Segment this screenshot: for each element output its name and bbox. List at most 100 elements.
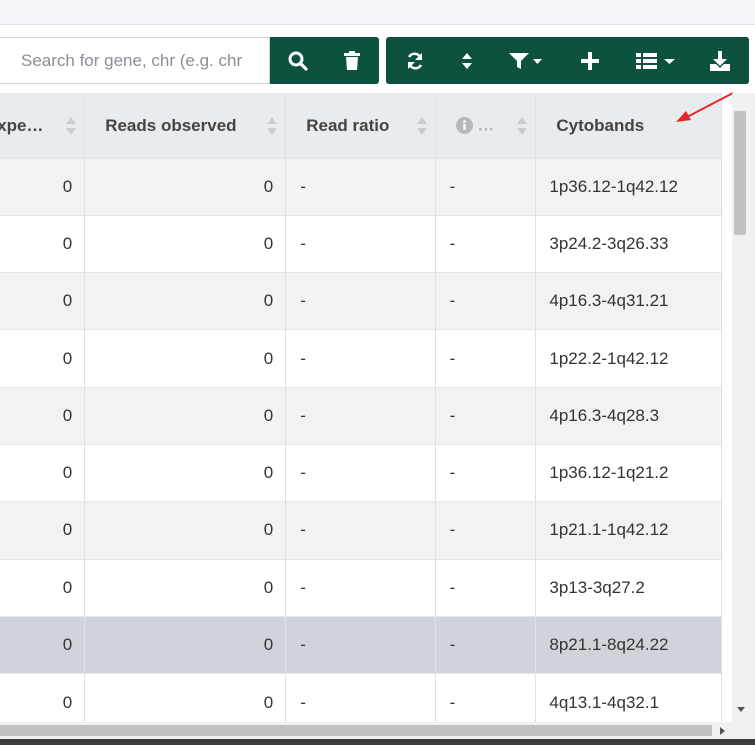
sort-icon (462, 52, 472, 69)
column-header-read-ratio[interactable]: Read ratio (285, 93, 436, 158)
table-row[interactable]: 0 0- -1p36.12-1q42.12 (0, 157, 722, 216)
cell-read-ratio: - (285, 673, 436, 722)
cell-cytobands: 4p16.3-4q28.3 (535, 386, 722, 445)
cell-read-ratio: - (285, 443, 436, 502)
sort-arrows-icon[interactable] (517, 115, 528, 137)
table-row[interactable]: 0 0- -3p24.2-3q26.33 (0, 214, 722, 273)
cell-reads-observed: 0 (84, 157, 287, 216)
cell-info: - (435, 157, 537, 216)
cell-reads-expected: 0 (0, 558, 86, 617)
results-table: Reads expected Reads observed Read ratio… (0, 93, 722, 722)
cell-reads-observed: 0 (84, 615, 287, 674)
cell-info: - (435, 558, 537, 617)
table-row[interactable]: 0 0- -3p13-3q27.2 (0, 558, 722, 617)
cell-cytobands: 1p22.2-1q42.12 (535, 329, 722, 388)
scroll-down-arrow-icon[interactable] (737, 707, 745, 713)
cell-read-ratio: - (285, 386, 436, 445)
sort-arrows-icon[interactable] (416, 115, 427, 137)
search-icon (288, 51, 308, 71)
column-header-info[interactable]: … (435, 93, 537, 158)
top-band (0, 0, 755, 25)
cell-reads-expected: 0 (0, 501, 86, 560)
table-row[interactable]: 0 0- -1p21.1-1q42.12 (0, 501, 722, 560)
column-label: Cytobands (556, 115, 645, 135)
column-label: Reads expected (0, 115, 52, 135)
table-row[interactable]: 0 0- -4p16.3-4q31.21 (0, 272, 722, 330)
cell-reads-observed: 0 (84, 501, 287, 560)
vertical-scrollbar[interactable] (732, 93, 755, 722)
cell-info: - (435, 272, 537, 330)
column-label: Read ratio (306, 115, 390, 135)
cell-cytobands: 1p36.12-1q21.2 (535, 443, 722, 502)
horizontal-scrollbar[interactable] (0, 722, 755, 739)
cell-reads-expected: 0 (0, 214, 86, 273)
cell-cytobands: 3p24.2-3q26.33 (535, 214, 722, 273)
cell-reads-observed: 0 (84, 386, 287, 445)
results-grid: Reads expected Reads observed Read ratio… (0, 93, 732, 722)
cell-reads-observed: 0 (84, 443, 287, 502)
refresh-button[interactable] (389, 37, 441, 84)
search-button[interactable] (270, 37, 325, 84)
horizontal-scroll-thumb[interactable] (0, 725, 712, 736)
filter-button[interactable] (493, 37, 559, 84)
sort-arrows-icon[interactable] (66, 115, 77, 137)
cell-reads-observed: 0 (84, 214, 287, 273)
cell-cytobands: 4p16.3-4q31.21 (535, 272, 722, 330)
filter-icon (509, 52, 542, 69)
search-input[interactable] (0, 37, 270, 84)
cell-reads-observed: 0 (84, 272, 287, 330)
download-icon (710, 50, 730, 71)
cell-read-ratio: - (285, 558, 436, 617)
info-icon (455, 117, 473, 134)
cell-read-ratio: - (285, 501, 436, 560)
sort-arrows-icon[interactable] (267, 115, 278, 137)
cell-info: - (435, 501, 537, 560)
cell-info: - (435, 615, 537, 674)
column-label: Reads observed (105, 115, 237, 135)
add-button[interactable] (559, 37, 621, 84)
cell-read-ratio: - (285, 272, 436, 330)
cell-cytobands: 4q13.1-4q32.1 (535, 673, 722, 722)
download-button[interactable] (691, 37, 749, 84)
clear-search-button[interactable] (325, 37, 379, 84)
cell-info: - (435, 329, 537, 388)
table-row[interactable]: 0 0- -1p22.2-1q42.12 (0, 329, 722, 388)
annotation-arrow (676, 92, 734, 122)
cell-info: - (435, 443, 537, 502)
cell-info: - (435, 673, 537, 722)
cell-reads-observed: 0 (84, 558, 287, 617)
table-row[interactable]: 0 0- -4p16.3-4q28.3 (0, 386, 722, 445)
cell-reads-observed: 0 (84, 329, 287, 388)
column-header-reads-observed[interactable]: Reads observed (84, 93, 287, 158)
cell-cytobands: 1p36.12-1q42.12 (535, 157, 722, 216)
plus-icon (581, 51, 599, 70)
cell-reads-expected: 0 (0, 673, 86, 722)
cell-reads-expected: 0 (0, 329, 86, 388)
cell-cytobands: 8p21.1-8q24.22 (535, 615, 722, 674)
header-row: Reads expected Reads observed Read ratio… (0, 93, 722, 158)
cell-read-ratio: - (285, 157, 436, 216)
cell-reads-expected: 0 (0, 272, 86, 330)
columns-button[interactable] (621, 37, 691, 84)
sort-button[interactable] (441, 37, 493, 84)
cell-read-ratio: - (285, 615, 436, 674)
cell-cytobands: 1p21.1-1q42.12 (535, 501, 722, 560)
cell-info: - (435, 214, 537, 273)
cell-info: - (435, 386, 537, 445)
table-row[interactable]: 0 0- -4q13.1-4q32.1 (0, 673, 722, 722)
column-header-reads-expected[interactable]: Reads expected (0, 93, 86, 158)
cell-reads-expected: 0 (0, 157, 86, 216)
vertical-scroll-thumb[interactable] (734, 111, 746, 235)
cell-read-ratio: - (285, 214, 436, 273)
cell-reads-observed: 0 (84, 673, 287, 722)
trash-icon (344, 50, 360, 70)
cell-reads-expected: 0 (0, 443, 86, 502)
refresh-icon (407, 52, 423, 69)
cell-cytobands: 3p13-3q27.2 (535, 558, 722, 617)
scroll-right-arrow-icon[interactable] (720, 727, 726, 735)
table-row[interactable]: 0 0- -8p21.1-8q24.22 (0, 615, 722, 674)
cell-reads-expected: 0 (0, 386, 86, 445)
table-row[interactable]: 0 0- -1p36.12-1q21.2 (0, 443, 722, 502)
columns-icon (636, 52, 675, 69)
cell-reads-expected: 0 (0, 615, 86, 674)
